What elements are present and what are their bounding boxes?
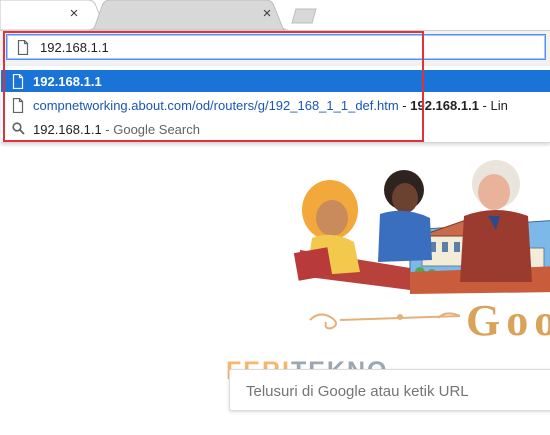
tab-inactive[interactable]: × [88, 0, 298, 30]
suggestion-suffix: - Google Search [101, 122, 200, 137]
suggestion-title-rest: - Lin [478, 98, 508, 113]
search-input[interactable] [244, 379, 548, 403]
doodle-logo-text: Goo [466, 296, 550, 345]
suggestion-item-url[interactable]: compnetworking.about.com/od/routers/g/19… [1, 94, 550, 116]
ornament-icon [309, 312, 461, 330]
girl-illustration [293, 180, 360, 281]
suggestion-text: 192.168.1.1 - Google Search [33, 122, 200, 137]
omnibox-suggestions: 192.168.1.1 compnetworking.about.com/od/… [1, 66, 550, 143]
document-icon [17, 40, 29, 55]
search-icon [12, 122, 25, 135]
suggestion-separator: - [398, 98, 411, 113]
man-illustration [460, 160, 532, 282]
document-icon [12, 74, 24, 89]
suggestion-query: 192.168.1.1 [33, 122, 102, 137]
new-tab-button[interactable] [290, 8, 320, 24]
suggestion-text: compnetworking.about.com/od/routers/g/19… [33, 98, 508, 113]
suggestion-url: compnetworking.about.com/od/routers/g/19… [33, 98, 399, 113]
child-illustration [378, 170, 432, 262]
search-box[interactable] [229, 369, 550, 411]
tab-strip: × × [0, 0, 550, 30]
tab-close-icon[interactable]: × [66, 6, 82, 22]
suggestion-item-selected[interactable]: 192.168.1.1 [1, 70, 550, 92]
document-icon [12, 98, 24, 113]
google-doodle[interactable]: Goo [260, 150, 550, 345]
tab-close-icon[interactable]: × [259, 6, 275, 22]
suggestion-text: 192.168.1.1 [33, 74, 102, 89]
suggestion-title-match: 192.168.1.1 [410, 98, 479, 113]
address-bar-text[interactable]: 192.168.1.1 [40, 40, 109, 55]
suggestion-item-search[interactable]: 192.168.1.1 - Google Search [1, 118, 550, 140]
address-bar[interactable]: 192.168.1.1 [6, 34, 546, 60]
